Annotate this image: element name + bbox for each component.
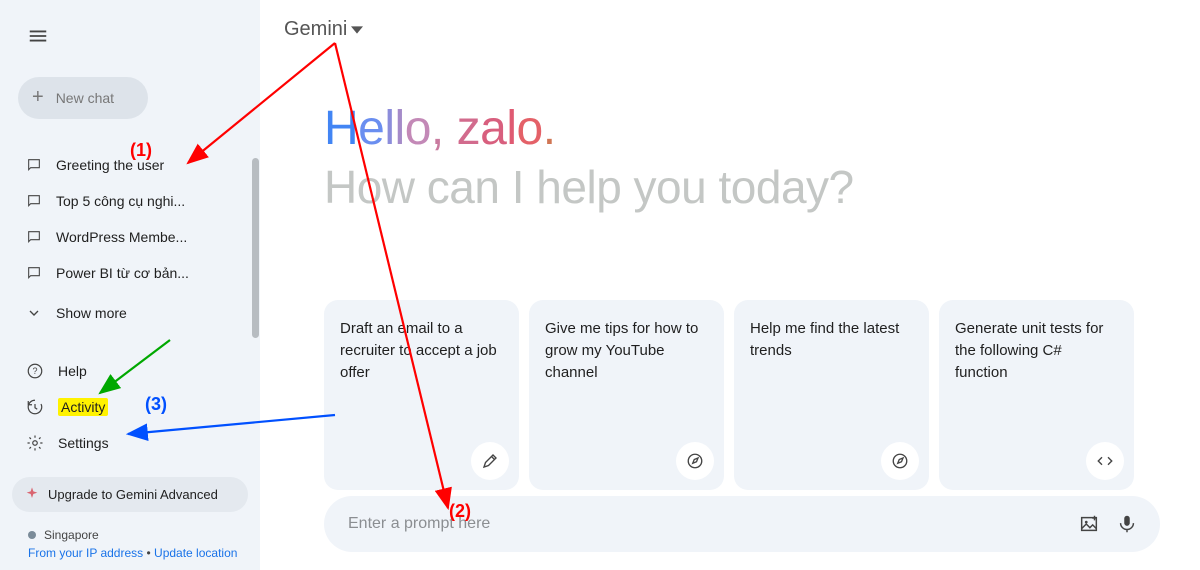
chat-icon bbox=[26, 265, 42, 281]
upgrade-label: Upgrade to Gemini Advanced bbox=[48, 487, 218, 502]
chat-icon bbox=[26, 157, 42, 173]
model-picker[interactable]: Gemini bbox=[284, 18, 1200, 41]
annotation-2: (2) bbox=[449, 501, 471, 522]
mic-button[interactable] bbox=[1108, 505, 1146, 543]
help-link[interactable]: ? Help bbox=[0, 353, 260, 389]
annotation-3: (3) bbox=[145, 394, 167, 415]
menu-button[interactable] bbox=[18, 16, 58, 55]
activity-link[interactable]: Activity bbox=[0, 389, 260, 425]
hamburger-icon bbox=[27, 25, 49, 47]
subheading: How can I help you today? bbox=[324, 160, 1200, 214]
sparkle-icon bbox=[24, 486, 40, 502]
edit-icon bbox=[471, 442, 509, 480]
svg-text:?: ? bbox=[32, 366, 37, 376]
main-area: Gemini Hello, zalo. How can I help you t… bbox=[260, 0, 1200, 570]
recent-item-wordpress[interactable]: WordPress Membe... bbox=[0, 219, 260, 255]
recent-item-powerbi[interactable]: Power BI từ cơ bản... bbox=[0, 255, 260, 291]
history-icon bbox=[26, 398, 44, 416]
brand-label: Gemini bbox=[284, 18, 347, 41]
help-label: Help bbox=[58, 363, 87, 379]
sidebar: + New chat Greeting the user Top 5 công … bbox=[0, 0, 260, 570]
suggestion-card-email[interactable]: Draft an email to a recruiter to accept … bbox=[324, 300, 519, 490]
location-info: Singapore From your IP address • Update … bbox=[28, 526, 260, 562]
sidebar-bottom-links: ? Help Activity Settings bbox=[0, 353, 260, 461]
card-text: Help me find the latest trends bbox=[750, 320, 899, 359]
chat-icon bbox=[26, 229, 42, 245]
upgrade-button[interactable]: Upgrade to Gemini Advanced bbox=[12, 477, 248, 512]
suggestion-card-trends[interactable]: Help me find the latest trends bbox=[734, 300, 929, 490]
help-icon: ? bbox=[26, 362, 44, 380]
hello-text: Hello, zalo. bbox=[324, 101, 1200, 156]
card-text: Give me tips for how to grow my YouTube … bbox=[545, 320, 698, 381]
image-icon bbox=[1078, 513, 1100, 535]
location-dot-icon bbox=[28, 531, 36, 539]
annotation-1: (1) bbox=[130, 140, 152, 161]
sidebar-scrollbar[interactable] bbox=[252, 158, 259, 338]
compass-icon bbox=[881, 442, 919, 480]
recent-item-label: Top 5 công cụ nghi... bbox=[56, 193, 185, 209]
suggestion-card-code[interactable]: Generate unit tests for the following C#… bbox=[939, 300, 1134, 490]
recent-item-top5[interactable]: Top 5 công cụ nghi... bbox=[0, 183, 260, 219]
recent-list: Greeting the user Top 5 công cụ nghi... … bbox=[0, 147, 260, 331]
add-image-button[interactable] bbox=[1070, 505, 1108, 543]
card-text: Generate unit tests for the following C#… bbox=[955, 320, 1103, 381]
card-text: Draft an email to a recruiter to accept … bbox=[340, 320, 497, 381]
compass-icon bbox=[676, 442, 714, 480]
location-country: Singapore bbox=[44, 528, 99, 542]
caret-down-icon bbox=[351, 24, 363, 36]
ip-address-link[interactable]: From your IP address bbox=[28, 546, 143, 560]
activity-label: Activity bbox=[58, 398, 108, 416]
code-icon bbox=[1086, 442, 1124, 480]
settings-label: Settings bbox=[58, 435, 109, 451]
suggestion-cards: Draft an email to a recruiter to accept … bbox=[324, 300, 1200, 490]
location-separator: • bbox=[143, 546, 154, 560]
update-location-link[interactable]: Update location bbox=[154, 546, 237, 560]
new-chat-button[interactable]: + New chat bbox=[18, 77, 148, 118]
settings-link[interactable]: Settings bbox=[0, 425, 260, 461]
show-more-button[interactable]: Show more bbox=[0, 295, 260, 331]
show-more-label: Show more bbox=[56, 305, 127, 321]
chat-icon bbox=[26, 193, 42, 209]
recent-item-label: Power BI từ cơ bản... bbox=[56, 265, 189, 281]
recent-item-label: WordPress Membe... bbox=[56, 229, 187, 245]
new-chat-label: New chat bbox=[56, 90, 114, 106]
gear-icon bbox=[26, 434, 44, 452]
microphone-icon bbox=[1116, 513, 1138, 535]
hero: Hello, zalo. How can I help you today? bbox=[324, 101, 1200, 214]
plus-icon: + bbox=[32, 86, 44, 109]
chevron-down-icon bbox=[26, 305, 42, 321]
suggestion-card-youtube[interactable]: Give me tips for how to grow my YouTube … bbox=[529, 300, 724, 490]
